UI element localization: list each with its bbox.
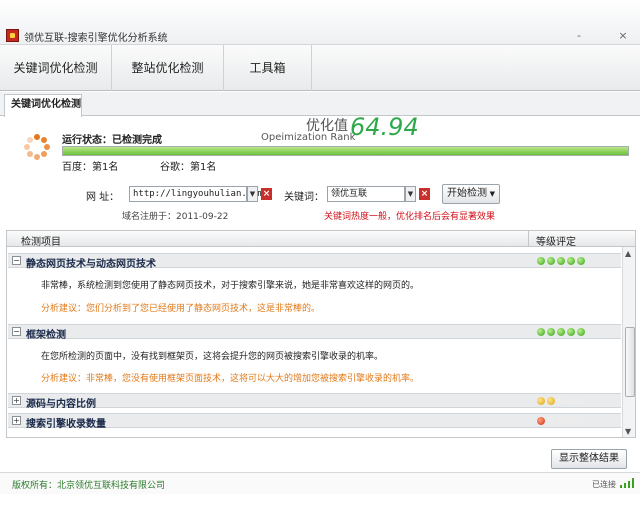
expand-icon[interactable]: + (12, 396, 21, 405)
list-header: 检测项目 等级评定 (7, 231, 635, 248)
rating-dot (577, 417, 585, 425)
rating-dot (547, 417, 555, 425)
title-bar: 领优互联-搜索引擎优化分析系统 - × (0, 0, 640, 44)
rating-dot (567, 257, 575, 265)
run-status: 运行状态：已检测完成 (62, 135, 162, 146)
keyword-warning: 关键词热度一般，优化排名后会有显著效果 (324, 212, 496, 222)
section-code-ratio[interactable]: + 源码与内容比例 (8, 393, 621, 410)
url-label: 网 址： (86, 192, 120, 203)
chevron-down-icon: ▼ (489, 190, 495, 198)
start-detect-button[interactable]: 开始检测 ▼ (442, 184, 500, 204)
connection-status: 已连接 (592, 480, 616, 489)
rating-dot (557, 397, 565, 405)
section-title: 搜索引擎收录数量 (26, 419, 106, 430)
show-overall-result-button[interactable]: 显示整体结果 (551, 449, 627, 469)
section-static-dynamic[interactable]: − 静态网页技术与动态网页技术 (8, 253, 621, 270)
rating-dot (567, 328, 575, 336)
header-item: 检测项目 (21, 237, 61, 248)
rating-dot (567, 397, 575, 405)
section-desc: 非常棒，系统检测到您使用了静态网页技术，对于搜索引擎来说，她是非常喜欢这样的网页… (41, 281, 420, 291)
rating-dot (577, 397, 585, 405)
scroll-up-icon[interactable]: ▲ (625, 249, 631, 258)
rating-dot (537, 417, 545, 425)
rating-dot (537, 257, 545, 265)
progress-fill (63, 147, 628, 155)
rating-dot (567, 417, 575, 425)
top-navigation: 关键词优化检测 整站优化检测 工具箱 (0, 44, 640, 91)
collapse-icon[interactable]: − (12, 256, 21, 265)
scroll-thumb[interactable] (625, 327, 635, 397)
rating-dot (577, 257, 585, 265)
header-rating: 等级评定 (536, 237, 576, 248)
rating-dot (557, 257, 565, 265)
rating-dot (547, 328, 555, 336)
section-desc: 在您所检测的页面中，没有找到框架页，这将会提升您的网页被搜索引擎收录的机率。 (41, 352, 384, 362)
rating-dots (537, 397, 587, 408)
rating-dot (547, 257, 555, 265)
results-list: 检测项目 等级评定 − 静态网页技术与动态网页技术 非常棒，系统检测到您使用了静… (6, 230, 636, 438)
section-title: 静态网页技术与动态网页技术 (26, 259, 156, 270)
section-title: 源码与内容比例 (26, 399, 96, 410)
loading-spinner-icon (24, 134, 50, 160)
rating-dot (557, 328, 565, 336)
rating-dot (547, 397, 555, 405)
rating-dots (537, 328, 587, 339)
optimization-label-en: Opeimization Rank (261, 132, 356, 143)
rating-dot (557, 417, 565, 425)
rating-dot (577, 328, 585, 336)
minimize-button[interactable]: - (572, 29, 586, 42)
keyword-clear-icon[interactable]: × (419, 188, 430, 200)
tab-bar: 关键词优化检测 (0, 92, 640, 117)
signal-icon (620, 478, 634, 488)
rating-dots (537, 257, 587, 268)
domain-registered-date: 域名注册于：2011-09-22 (122, 212, 229, 222)
start-detect-label: 开始检测 (447, 188, 487, 199)
rating-dot (537, 397, 545, 405)
progress-bar (62, 146, 629, 156)
baidu-rank: 百度：第1名 (62, 162, 119, 173)
section-advice: 分析建议：非常棒，您没有使用框架页面技术，这将可以大大的增加您被搜索引擎收录的机… (41, 374, 420, 384)
keyword-label: 关键词： (284, 192, 324, 203)
url-clear-icon[interactable]: × (261, 188, 272, 200)
url-dropdown-icon[interactable]: ▼ (247, 186, 258, 202)
optimization-value: 64.94 (350, 113, 419, 141)
vertical-scrollbar[interactable]: ▲ ▼ (622, 247, 635, 437)
keyword-input[interactable]: 领优互联 (327, 186, 405, 202)
status-bar: 版权所有：北京领优互联科技有限公司 已连接 (0, 472, 640, 494)
rating-dot (537, 328, 545, 336)
nav-toolbox[interactable]: 工具箱 (224, 45, 312, 91)
keyword-dropdown-icon[interactable]: ▼ (405, 186, 416, 202)
section-frame-detect[interactable]: − 框架检测 (8, 324, 621, 341)
app-logo-icon (6, 29, 19, 42)
section-advice: 分析建议：您们分析到了您已经使用了静态网页技术，这是非常棒的。 (41, 304, 321, 314)
scroll-down-icon[interactable]: ▼ (625, 427, 631, 436)
nav-keyword-detect[interactable]: 关键词优化检测 (0, 45, 112, 91)
url-input[interactable]: http://lingyouhulian.com (129, 186, 263, 202)
nav-site-detect[interactable]: 整站优化检测 (112, 45, 224, 91)
close-button[interactable]: × (616, 29, 630, 42)
expand-icon[interactable]: + (12, 416, 21, 425)
section-title: 框架检测 (26, 330, 66, 341)
rating-dots (537, 417, 587, 428)
tab-keyword-detect[interactable]: 关键词优化检测 (4, 94, 82, 117)
section-index-count[interactable]: + 搜索引擎收录数量 (8, 413, 621, 430)
collapse-icon[interactable]: − (12, 327, 21, 336)
google-rank: 谷歌：第1名 (160, 162, 217, 173)
copyright-text: 版权所有：北京领优互联科技有限公司 (12, 481, 166, 491)
window-title: 领优互联-搜索引擎优化分析系统 (24, 33, 168, 44)
